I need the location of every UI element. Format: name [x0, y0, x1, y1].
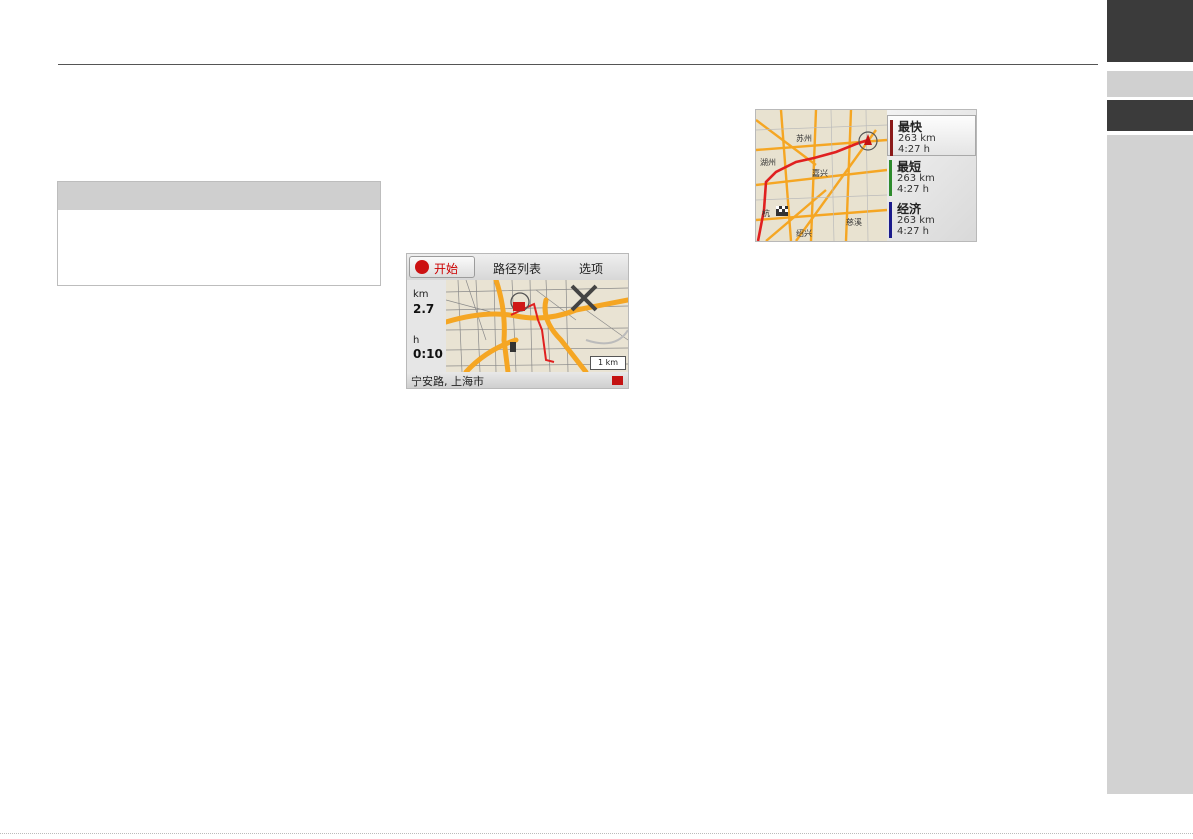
map-scale: 1 km: [590, 356, 626, 370]
route-option-shortest[interactable]: 最短 263 km 4:27 h: [887, 156, 976, 197]
map-label-shaoxing: 绍兴: [796, 228, 812, 238]
map-label-hang: 杭: [762, 208, 770, 218]
distance-unit: km: [413, 289, 429, 300]
map-label-huzhou: 湖州: [760, 158, 776, 167]
route-color-bar: [890, 120, 893, 156]
route-choice-panel: 最快 263 km 4:27 h 最短 263 km 4:27 h 经济 263…: [887, 110, 976, 241]
overview-map[interactable]: 苏州 湖州 嘉兴 杭 慈溪 绍兴: [756, 110, 888, 241]
note-box-header: [58, 182, 380, 210]
route-distance: 263 km: [897, 173, 935, 184]
nav-toolbar: 开始 路径列表 选项: [407, 254, 628, 280]
navigation-screenshot: 开始 路径列表 选项 km 2.7 h 0:10 1 km 宁安路, 上海市: [406, 253, 629, 389]
time-unit: h: [413, 335, 420, 346]
footer-dotted-rule: [0, 833, 1193, 834]
side-index-strip: [1107, 135, 1193, 794]
address-bar: 宁安路, 上海市: [407, 372, 628, 388]
overview-map-graphic: 苏州 湖州 嘉兴 杭 慈溪 绍兴: [756, 110, 888, 241]
route-distance: 263 km: [897, 215, 935, 226]
start-arrow-icon: [415, 260, 429, 274]
route-option-economic[interactable]: 经济 263 km 4:27 h: [887, 198, 976, 239]
route-options-screenshot: 苏州 湖州 嘉兴 杭 慈溪 绍兴 最快 263 km 4:27 h 最短 263…: [755, 109, 977, 242]
start-button-label: 开始: [434, 262, 459, 276]
start-button[interactable]: 开始: [409, 256, 475, 278]
route-option-fastest[interactable]: 最快 263 km 4:27 h: [887, 115, 976, 156]
distance-value: 2.7: [413, 302, 435, 316]
route-time: 4:27 h: [897, 184, 929, 195]
trip-info-panel: km 2.7 h 0:10: [407, 280, 446, 372]
route-sign-icon: [612, 376, 623, 385]
route-color-bar: [889, 202, 892, 238]
chapter-tab-light[interactable]: [1107, 71, 1193, 97]
note-box: [57, 181, 381, 286]
nav-map[interactable]: 1 km: [443, 277, 628, 375]
section-tab-dark[interactable]: [1107, 100, 1193, 131]
time-value: 0:10: [413, 347, 443, 361]
route-time: 4:27 h: [898, 144, 930, 155]
map-label-jiaxing: 嘉兴: [812, 168, 828, 178]
route-color-bar: [889, 160, 892, 196]
current-address: 宁安路, 上海市: [411, 375, 484, 388]
chapter-tab-dark[interactable]: [1107, 0, 1193, 62]
tab-route-list[interactable]: 路径列表: [493, 260, 541, 277]
map-label-cixi: 慈溪: [846, 217, 862, 227]
route-distance: 263 km: [898, 133, 936, 144]
map-label-suzhou: 苏州: [796, 133, 812, 143]
tab-options[interactable]: 选项: [579, 260, 603, 277]
header-rule: [58, 64, 1098, 65]
route-time: 4:27 h: [897, 226, 929, 237]
